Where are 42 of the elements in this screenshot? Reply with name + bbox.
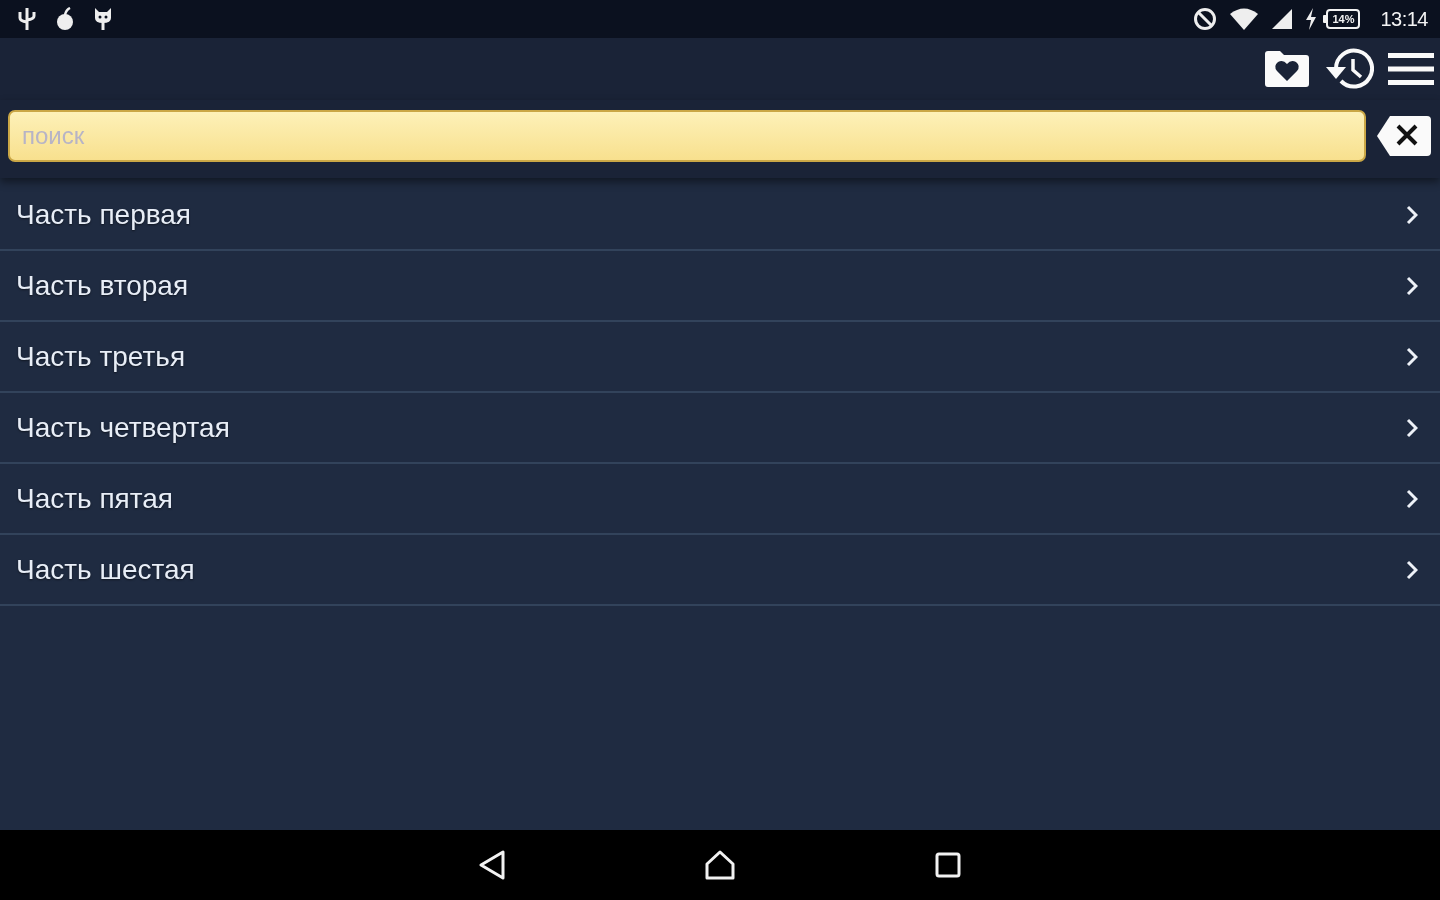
menu-icon xyxy=(1388,52,1434,86)
list-item-label: Часть четвертая xyxy=(16,411,230,444)
history-button[interactable] xyxy=(1324,48,1374,90)
heart-folder-icon xyxy=(1262,50,1310,88)
chevron-right-icon xyxy=(1406,417,1418,438)
usb-icon xyxy=(17,7,37,31)
list-item[interactable]: Часть шестая xyxy=(0,535,1440,606)
list-item[interactable]: Часть вторая xyxy=(0,251,1440,322)
charging-bolt-icon xyxy=(1305,8,1318,30)
chevron-right-icon xyxy=(1406,275,1418,296)
chevron-right-icon xyxy=(1406,346,1418,367)
clear-button[interactable] xyxy=(1376,115,1432,157)
chevron-right-icon xyxy=(1406,559,1418,580)
signal-icon xyxy=(1271,8,1294,30)
list-item[interactable]: Часть пятая xyxy=(0,464,1440,535)
favorites-button[interactable] xyxy=(1262,50,1310,88)
fruit-icon xyxy=(55,7,75,31)
back-triangle-icon xyxy=(479,850,505,880)
cat-head-icon xyxy=(93,7,113,31)
home-button[interactable] xyxy=(705,850,735,880)
list-item-label: Часть первая xyxy=(16,198,192,231)
chevron-right-icon xyxy=(1406,488,1418,509)
search-field[interactable]: поиск xyxy=(8,110,1366,162)
recents-button[interactable] xyxy=(935,852,961,878)
list-item-label: Часть пятая xyxy=(16,482,173,515)
list-item-label: Часть шестая xyxy=(16,553,195,586)
wifi-icon xyxy=(1229,7,1260,31)
list-item[interactable]: Часть первая xyxy=(0,180,1440,251)
list-item[interactable]: Часть четвертая xyxy=(0,393,1440,464)
list-item-label: Часть вторая xyxy=(16,269,189,302)
clock-time: 13:14 xyxy=(1380,7,1428,31)
home-icon xyxy=(705,850,735,880)
list-item-label: Часть третья xyxy=(16,340,186,373)
history-icon xyxy=(1324,48,1374,90)
backspace-clear-icon xyxy=(1376,115,1432,157)
do-not-disturb-icon xyxy=(1193,7,1218,31)
chevron-right-icon xyxy=(1406,204,1418,225)
menu-button[interactable] xyxy=(1388,52,1434,86)
battery-indicator: 14% xyxy=(1326,9,1361,29)
list-item[interactable]: Часть третья xyxy=(0,322,1440,393)
square-icon xyxy=(935,852,961,878)
back-button[interactable] xyxy=(479,850,505,880)
